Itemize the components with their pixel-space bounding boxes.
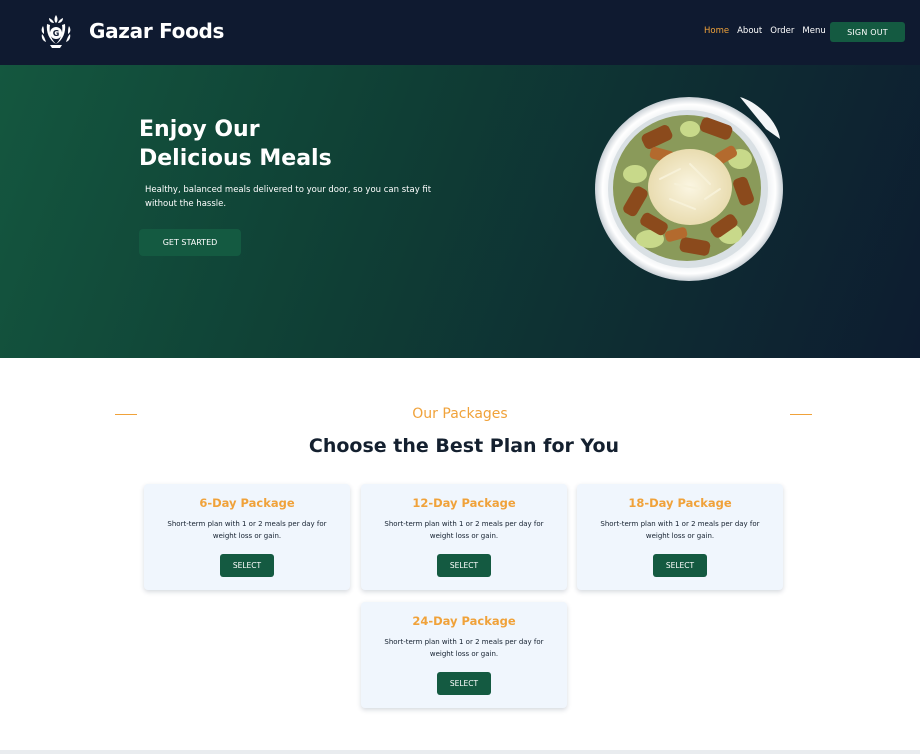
package-description: Short-term plan with 1 or 2 meals per da…	[384, 638, 544, 658]
hero-title: Enjoy Our Delicious Meals	[139, 115, 439, 173]
page-bottom-edge	[0, 750, 920, 754]
package-title: 6-Day Package	[199, 496, 295, 510]
package-title: 18-Day Package	[628, 496, 732, 510]
nav-link-about[interactable]: About	[737, 26, 762, 36]
section-divider-right	[790, 414, 812, 415]
package-card-12-day: 12-Day Package Short-term plan with 1 or…	[361, 484, 567, 590]
hero-title-line-1: Enjoy Our	[139, 117, 260, 142]
package-description: Short-term plan with 1 or 2 meals per da…	[167, 520, 327, 540]
select-button[interactable]: SELECT	[437, 672, 491, 695]
hero-subtitle: Healthy, balanced meals delivered to you…	[145, 185, 432, 209]
top-navbar: G Gazar Foods Home About Order Menu SIGN…	[0, 0, 920, 65]
hero-title-line-2: Delicious Meals	[139, 146, 332, 171]
nav-link-home[interactable]: Home	[704, 26, 729, 36]
select-button[interactable]: SELECT	[653, 554, 707, 577]
get-started-button[interactable]: GET STARTED	[139, 229, 241, 256]
package-description: Short-term plan with 1 or 2 meals per da…	[384, 520, 544, 540]
sign-out-button[interactable]: SIGN OUT	[830, 22, 905, 42]
nav-link-order[interactable]: Order	[770, 26, 794, 36]
salad-bowl-image	[590, 89, 788, 285]
leaf-crest-logo-icon[interactable]: G	[38, 12, 74, 50]
package-card-6-day: 6-Day Package Short-term plan with 1 or …	[144, 484, 350, 590]
package-card-18-day: 18-Day Package Short-term plan with 1 or…	[577, 484, 783, 590]
svg-text:G: G	[53, 29, 60, 38]
hero-section: Enjoy Our Delicious Meals Healthy, balan…	[0, 65, 920, 358]
packages-title: Choose the Best Plan for You	[308, 435, 620, 457]
package-card-24-day: 24-Day Package Short-term plan with 1 or…	[361, 602, 567, 708]
package-description: Short-term plan with 1 or 2 meals per da…	[600, 520, 760, 540]
packages-kicker: Our Packages	[412, 406, 508, 422]
package-title: 12-Day Package	[412, 496, 516, 510]
select-button[interactable]: SELECT	[220, 554, 274, 577]
select-button[interactable]: SELECT	[437, 554, 491, 577]
nav-link-menu[interactable]: Menu	[802, 26, 825, 36]
brand-name[interactable]: Gazar Foods	[89, 19, 224, 43]
main-nav: Home About Order Menu	[704, 26, 826, 36]
package-title: 24-Day Package	[412, 614, 516, 628]
